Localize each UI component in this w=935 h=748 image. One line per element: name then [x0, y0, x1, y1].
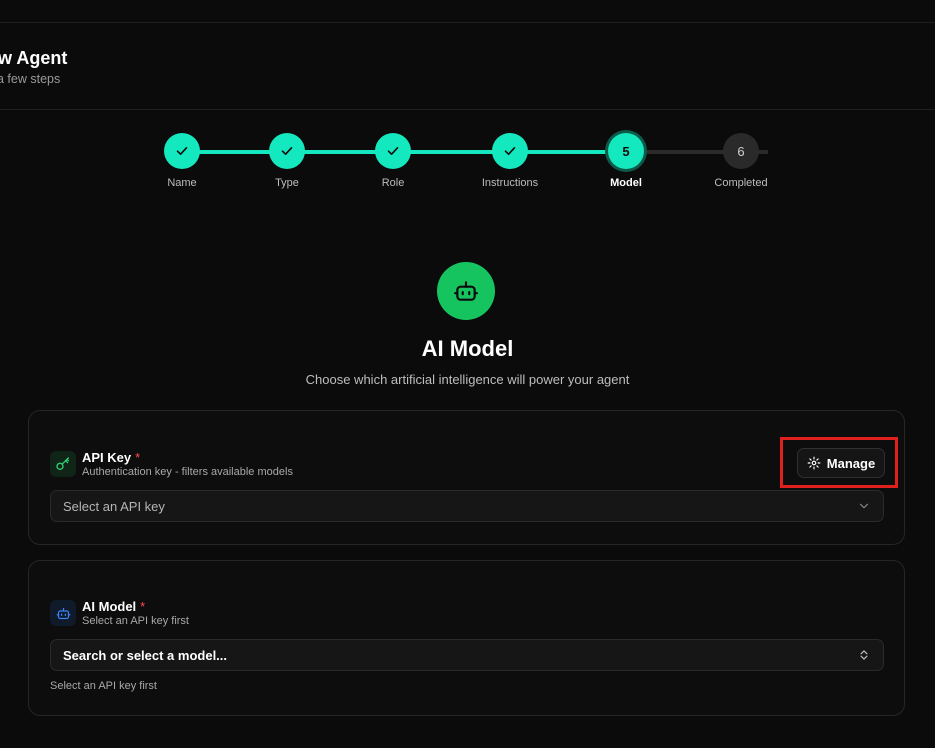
page-subtitle: a few steps — [0, 72, 61, 86]
top-bar — [0, 0, 935, 23]
manage-button-label: Manage — [826, 455, 876, 471]
step-4-label: Instructions — [481, 177, 539, 189]
api-key-label: API Key * — [82, 450, 140, 465]
api-key-select[interactable]: Select an API key — [50, 490, 884, 522]
section-subtitle: Choose which artificial intelligence wil… — [305, 372, 630, 387]
hero-bot-icon — [437, 262, 495, 320]
api-key-select-placeholder: Select an API key — [63, 498, 165, 514]
key-icon — [50, 451, 76, 477]
manage-button[interactable]: Manage — [797, 448, 885, 478]
step-5-label: Model — [610, 177, 642, 189]
ai-model-description: Select an API key first — [82, 615, 189, 627]
step-6-label: Completed — [714, 177, 768, 189]
step-6-circle[interactable]: 6 — [723, 133, 759, 169]
page-title: w Agent — [0, 48, 68, 68]
gear-icon — [807, 456, 821, 470]
step-4-circle[interactable] — [492, 133, 528, 169]
chevron-down-icon — [859, 503, 869, 509]
step-3-label: Role — [381, 177, 405, 189]
step-2-label: Type — [275, 177, 299, 189]
ai-model-card: AI Model * Select an API key first Search… — [28, 560, 905, 716]
stepper: Name Type Role Instructions 5 Model 6 Co… — [0, 120, 935, 200]
api-key-label-text: API Key — [82, 450, 132, 465]
model-combobox-placeholder: Search or select a model... — [63, 647, 228, 663]
step-3-circle[interactable] — [375, 133, 411, 169]
page-header: w Agent a few steps — [0, 24, 935, 110]
step-5-circle[interactable]: 5 — [608, 133, 644, 169]
chevron-up-down-icon — [860, 650, 868, 660]
step-1-label: Name — [167, 177, 197, 189]
model-combobox[interactable]: Search or select a model... — [50, 639, 884, 671]
api-key-description: Authentication key - filters available m… — [82, 466, 293, 478]
check-icon — [504, 147, 516, 155]
step-2-circle[interactable] — [269, 133, 305, 169]
step-1-circle[interactable] — [164, 133, 200, 169]
check-icon — [176, 147, 188, 155]
bot-icon — [50, 600, 76, 626]
ai-model-label-text: AI Model — [82, 599, 137, 614]
api-key-card: API Key * Authentication key - filters av… — [28, 410, 905, 545]
check-icon — [387, 147, 399, 155]
section-title: AI Model — [421, 336, 514, 361]
ai-model-label: AI Model * — [82, 599, 145, 614]
required-mark: * — [135, 450, 141, 465]
bot-icon — [454, 281, 478, 301]
required-mark: * — [140, 599, 146, 614]
check-icon — [281, 147, 293, 155]
model-helper-text: Select an API key first — [50, 680, 157, 692]
